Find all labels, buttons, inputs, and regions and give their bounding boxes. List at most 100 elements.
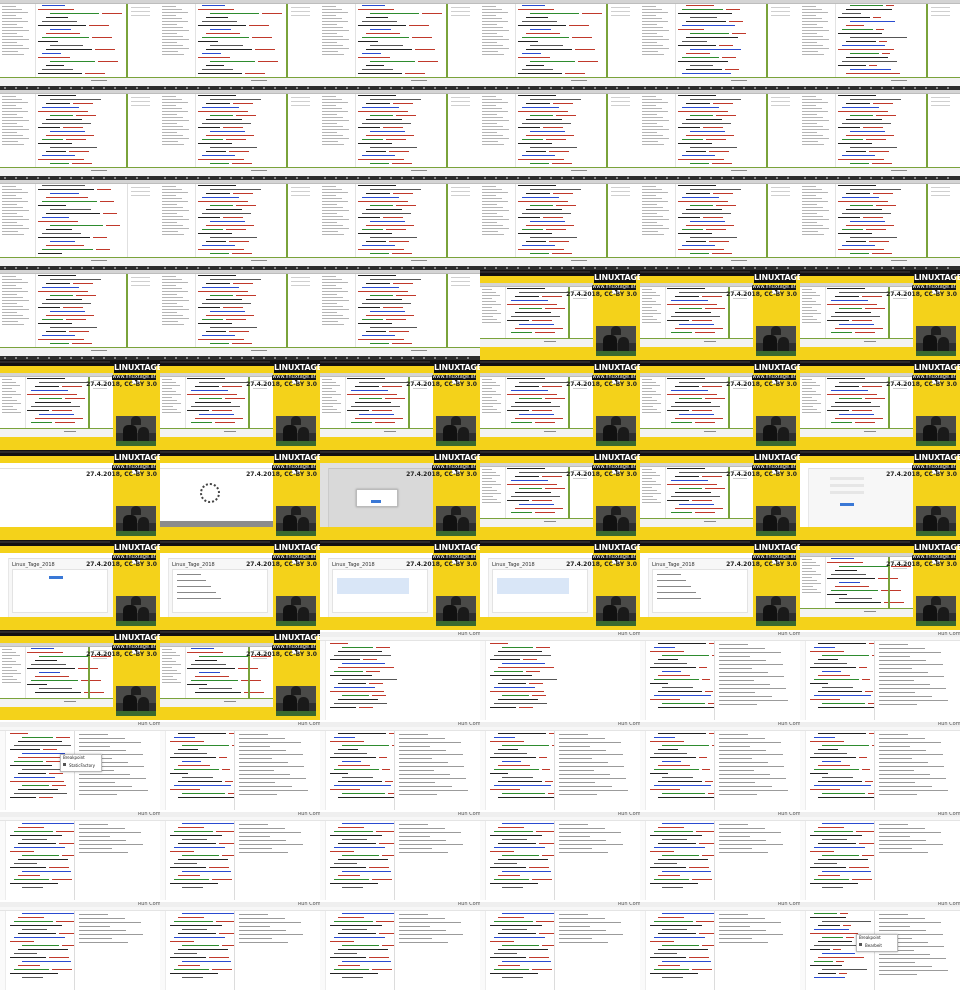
tree-item[interactable] <box>2 195 17 196</box>
taskbar-icon[interactable] <box>103 177 105 179</box>
taskbar-icon[interactable] <box>776 177 778 179</box>
taskbar-icon[interactable] <box>307 357 309 359</box>
tree-item[interactable] <box>322 9 343 10</box>
taskbar-icon[interactable] <box>263 267 265 269</box>
taskbar-icon[interactable] <box>925 177 927 179</box>
tree-item[interactable] <box>802 586 813 587</box>
form-field[interactable] <box>830 484 864 487</box>
tree-item[interactable] <box>2 291 29 292</box>
tree-item[interactable] <box>2 42 18 43</box>
tree-item[interactable] <box>802 12 829 13</box>
tree-item[interactable] <box>802 27 823 28</box>
taskbar-icon[interactable] <box>296 357 298 359</box>
tree-item[interactable] <box>802 385 821 386</box>
tree-item[interactable] <box>162 186 177 187</box>
dialog-ok-button[interactable] <box>371 500 381 503</box>
tree-item[interactable] <box>322 18 343 19</box>
tree-item[interactable] <box>322 123 338 124</box>
tree-item[interactable] <box>322 114 337 115</box>
taskbar-icon[interactable] <box>307 177 309 179</box>
tree-item[interactable] <box>162 385 181 386</box>
taskbar-icon[interactable] <box>252 87 254 89</box>
tree-item[interactable] <box>322 285 337 286</box>
tree-item[interactable] <box>482 132 498 133</box>
tree-item[interactable] <box>802 210 829 211</box>
taskbar-icon[interactable] <box>445 357 447 359</box>
tree-item[interactable] <box>2 394 21 395</box>
taskbar-icon[interactable] <box>136 357 138 359</box>
taskbar-icon[interactable] <box>605 87 607 89</box>
taskbar-icon[interactable] <box>230 177 232 179</box>
tree-item[interactable] <box>802 51 818 52</box>
file-row[interactable] <box>177 580 206 581</box>
taskbar-icon[interactable] <box>870 177 872 179</box>
taskbar-icon[interactable] <box>859 87 861 89</box>
editor-tabs[interactable] <box>480 637 640 641</box>
tree-item[interactable] <box>322 39 350 40</box>
taskbar-icon[interactable] <box>467 177 469 179</box>
taskbar-icon[interactable] <box>484 87 486 89</box>
tree-item[interactable] <box>482 219 510 220</box>
tree-item[interactable] <box>2 198 23 199</box>
tree-item[interactable] <box>162 207 183 208</box>
tree-item[interactable] <box>482 216 504 217</box>
taskbar-icon[interactable] <box>837 87 839 89</box>
taskbar-icon[interactable] <box>815 267 817 269</box>
taskbar-icon[interactable] <box>368 267 370 269</box>
tree-item[interactable] <box>642 298 653 299</box>
taskbar-icon[interactable] <box>837 267 839 269</box>
tree-item[interactable] <box>642 412 662 413</box>
tree-item[interactable] <box>2 382 17 383</box>
tree-item[interactable] <box>162 108 183 109</box>
taskbar-icon[interactable] <box>175 177 177 179</box>
tree-item[interactable] <box>802 219 830 220</box>
tree-item[interactable] <box>482 198 503 199</box>
taskbar-icon[interactable] <box>379 357 381 359</box>
tree-item[interactable] <box>162 403 181 404</box>
tree-item[interactable] <box>162 400 177 401</box>
tree-item[interactable] <box>162 225 184 226</box>
taskbar-icon[interactable] <box>914 87 916 89</box>
tree-item[interactable] <box>802 379 812 380</box>
taskbar-icon[interactable] <box>81 357 83 359</box>
tree-item[interactable] <box>322 192 349 193</box>
tree-item[interactable] <box>322 117 343 118</box>
taskbar-icon[interactable] <box>616 87 618 89</box>
tree-item[interactable] <box>802 42 818 43</box>
taskbar-icon[interactable] <box>114 267 116 269</box>
tree-item[interactable] <box>162 126 184 127</box>
tree-item[interactable] <box>642 225 664 226</box>
taskbar-icon[interactable] <box>147 87 149 89</box>
tree-item[interactable] <box>2 300 29 301</box>
tree-item[interactable] <box>642 219 670 220</box>
taskbar-icon[interactable] <box>776 87 778 89</box>
tree-item[interactable] <box>2 105 17 106</box>
tree-item[interactable] <box>482 487 493 488</box>
tree-item[interactable] <box>482 42 498 43</box>
taskbar-icon[interactable] <box>70 177 72 179</box>
taskbar-icon[interactable] <box>572 87 574 89</box>
taskbar-icon[interactable] <box>186 177 188 179</box>
taskbar-icon[interactable] <box>379 267 381 269</box>
tree-item[interactable] <box>162 30 189 31</box>
tree-item[interactable] <box>482 304 501 305</box>
tree-item[interactable] <box>642 21 669 22</box>
taskbar-icon[interactable] <box>390 177 392 179</box>
taskbar-icon[interactable] <box>881 87 883 89</box>
taskbar-icon[interactable] <box>164 357 166 359</box>
taskbar-icon[interactable] <box>423 177 425 179</box>
tree-item[interactable] <box>482 96 497 97</box>
taskbar-icon[interactable] <box>401 267 403 269</box>
tree-item[interactable] <box>802 412 822 413</box>
tree-item[interactable] <box>162 676 173 677</box>
tree-item[interactable] <box>802 571 817 572</box>
tree-item[interactable] <box>162 409 177 410</box>
taskbar-icon[interactable] <box>732 267 734 269</box>
taskbar-icon[interactable] <box>627 177 629 179</box>
tree-item[interactable] <box>2 210 29 211</box>
tree-item[interactable] <box>482 210 509 211</box>
taskbar-icon[interactable] <box>274 177 276 179</box>
tree-item[interactable] <box>2 21 29 22</box>
taskbar-icon[interactable] <box>346 87 348 89</box>
tree-item[interactable] <box>2 27 23 28</box>
